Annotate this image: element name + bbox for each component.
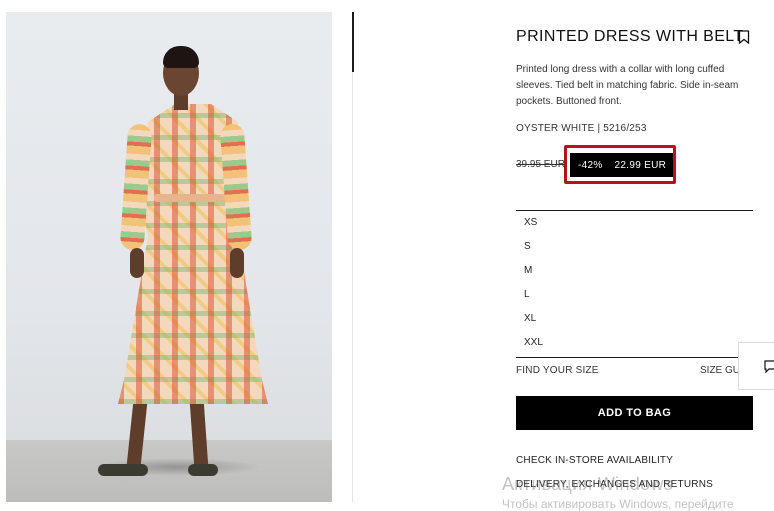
product-image[interactable] [6, 12, 332, 502]
size-option[interactable]: XL [524, 310, 744, 328]
old-price: 39.95 EUR [516, 159, 565, 170]
belt [154, 194, 226, 202]
bookmark-icon[interactable] [738, 30, 750, 44]
color-reference: OYSTER WHITE | 5216/253 [516, 123, 647, 134]
price-highlight-box [564, 145, 676, 184]
size-option[interactable]: M [524, 262, 744, 280]
divider [352, 72, 353, 502]
chat-icon [764, 360, 774, 374]
add-to-bag-button[interactable]: ADD TO BAG [516, 396, 753, 430]
sandal [98, 464, 148, 476]
product-title: PRINTED DRESS WITH BELT [516, 28, 744, 45]
delivery-returns-link[interactable]: DELIVERY, EXCHANGES AND RETURNS [516, 479, 713, 490]
chat-button[interactable] [738, 342, 774, 390]
size-guide-link[interactable]: SIZE GUIDE [700, 365, 738, 376]
size-option[interactable]: XS [524, 214, 744, 232]
model-hair [163, 46, 199, 68]
size-option[interactable]: L [524, 286, 744, 304]
model-hand [130, 248, 144, 278]
image-scroll-indicator[interactable] [352, 12, 354, 72]
product-description: Printed long dress with a collar with lo… [516, 64, 739, 107]
size-option[interactable]: XXL [524, 334, 744, 352]
size-option[interactable]: S [524, 238, 744, 256]
windows-activation-hint: Чтобы активировать Windows, перейдите [502, 497, 734, 511]
sandal [188, 464, 218, 476]
find-your-size-link[interactable]: FIND YOUR SIZE [516, 365, 599, 376]
check-store-availability-link[interactable]: CHECK IN-STORE AVAILABILITY [516, 455, 673, 466]
size-list: XS S M L XL XXL [516, 210, 753, 358]
model-hand [230, 248, 244, 278]
